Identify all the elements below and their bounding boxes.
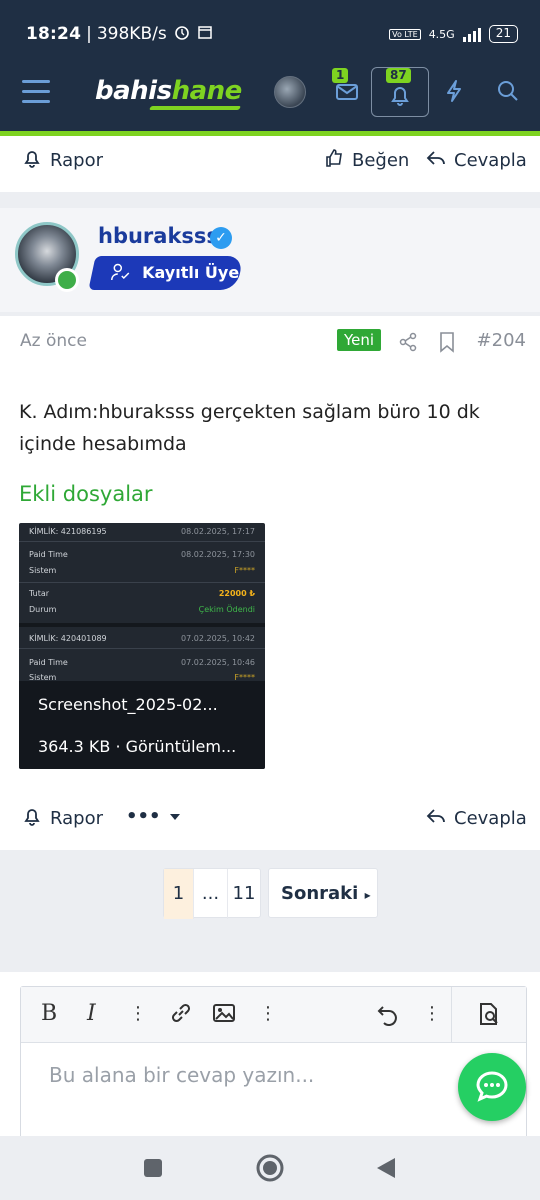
post-number[interactable]: #204 xyxy=(477,330,526,351)
more-vertical-icon[interactable]: ⋮ xyxy=(129,1003,147,1024)
caret-right-icon: ▸ xyxy=(364,888,371,902)
more-menu-button[interactable]: ••• xyxy=(126,806,181,827)
share-icon[interactable] xyxy=(398,332,418,356)
logo-swoosh xyxy=(148,106,242,110)
system-nav-bar xyxy=(0,1136,540,1200)
status-bar: 18:24 | 398KB/s Vo LTE 4.5G 21 xyxy=(26,22,518,46)
network-type: 4.5G xyxy=(428,27,455,41)
bold-button[interactable]: B xyxy=(41,1001,57,1026)
bookmark-icon[interactable] xyxy=(438,331,456,357)
status-speed: 398KB/s xyxy=(96,24,167,44)
attachments-heading: Ekli dosyalar xyxy=(19,482,153,506)
page-last[interactable]: 11 xyxy=(228,869,260,919)
navbar: bahishane 1 87 xyxy=(0,62,540,122)
author-username[interactable]: hburaksss xyxy=(98,224,219,248)
undo-icon[interactable] xyxy=(375,1001,401,1033)
calendar-icon xyxy=(197,24,213,45)
verified-icon: ✓ xyxy=(210,227,232,249)
app-header: 18:24 | 398KB/s Vo LTE 4.5G 21 bahishane… xyxy=(0,0,540,136)
reply-button[interactable]: Cevapla xyxy=(426,806,527,831)
pagination: 1 ... 11 xyxy=(163,868,261,919)
attachment-caption: Screenshot_2025-02... 364.3 KB · Görüntü… xyxy=(19,681,265,769)
image-icon[interactable] xyxy=(212,1001,236,1031)
signal-icon xyxy=(462,26,481,42)
user-role-badge: Kayıtlı Üye xyxy=(88,256,244,290)
italic-button[interactable]: I xyxy=(87,1001,96,1026)
reply-input[interactable]: Bu alana bir cevap yazın... xyxy=(49,1063,314,1087)
status-time: 18:24 xyxy=(26,24,82,44)
bell-icon xyxy=(387,82,413,108)
preview-icon[interactable] xyxy=(476,1001,502,1033)
back-button[interactable] xyxy=(375,1156,397,1184)
page-current[interactable]: 1 xyxy=(164,869,194,919)
reply-editor-section: B I ⋮ ⋮ ⋮ Bu alana bir cevap yazın... xyxy=(0,972,540,1146)
menu-icon[interactable] xyxy=(22,80,50,104)
battery-icon: 21 xyxy=(488,25,518,43)
messages-badge: 1 xyxy=(332,68,349,83)
prev-post-actions: Rapor Beğen Cevapla xyxy=(0,136,540,192)
volte-icon: Vo LTE xyxy=(389,28,421,40)
attachment-thumbnail[interactable]: KİMLİK: 421086195 08.02.2025, 17:17 Paid … xyxy=(19,523,265,769)
new-badge: Yeni xyxy=(337,329,382,351)
like-button[interactable]: Beğen xyxy=(324,148,409,173)
attachment-name: Screenshot_2025-02... xyxy=(38,695,218,714)
editor-toolbar: B I ⋮ ⋮ ⋮ xyxy=(21,987,526,1043)
bolt-icon[interactable] xyxy=(441,78,467,104)
alarm-icon xyxy=(173,23,191,46)
reply-icon xyxy=(426,148,446,173)
site-logo[interactable]: bahishane xyxy=(95,76,242,106)
user-avatar[interactable] xyxy=(274,76,306,108)
reply-button[interactable]: Cevapla xyxy=(426,148,527,173)
report-button[interactable]: Rapor xyxy=(22,806,103,831)
more-vertical-icon[interactable]: ⋮ xyxy=(423,1003,441,1024)
bell-icon xyxy=(22,148,42,173)
bell-icon xyxy=(22,806,42,831)
reply-icon xyxy=(426,806,446,831)
post-message: K. Adım:hburaksss gerçekten sağlam büro … xyxy=(19,401,480,455)
next-page-button[interactable]: Sonraki ▸ xyxy=(268,868,378,918)
post-body: K. Adım:hburaksss gerçekten sağlam büro … xyxy=(0,372,540,850)
notifications-badge: 87 xyxy=(386,68,411,83)
thumbs-up-icon xyxy=(324,148,344,173)
post-author-header: hburaksss ✓ Kayıtlı Üye xyxy=(0,208,540,312)
chat-fab-button[interactable] xyxy=(458,1053,526,1121)
attachment-info: 364.3 KB · Görüntülem... xyxy=(38,737,237,756)
post-actions: Rapor ••• Cevapla xyxy=(0,800,540,850)
page-jump[interactable]: ... xyxy=(194,869,228,919)
recents-button[interactable] xyxy=(143,1158,163,1182)
post-meta: Az önce Yeni #204 xyxy=(0,316,540,372)
online-status-icon xyxy=(55,268,79,292)
caret-down-icon xyxy=(169,806,181,827)
link-icon[interactable] xyxy=(169,1001,193,1031)
chat-icon xyxy=(472,1067,512,1111)
report-button[interactable]: Rapor xyxy=(22,148,103,173)
search-icon[interactable] xyxy=(495,78,521,104)
reply-editor: B I ⋮ ⋮ ⋮ Bu alana bir cevap yazın... xyxy=(20,986,527,1146)
user-check-icon xyxy=(110,263,132,285)
home-button[interactable] xyxy=(256,1154,284,1186)
post-time[interactable]: Az önce xyxy=(20,331,87,351)
more-vertical-icon[interactable]: ⋮ xyxy=(259,1003,277,1024)
